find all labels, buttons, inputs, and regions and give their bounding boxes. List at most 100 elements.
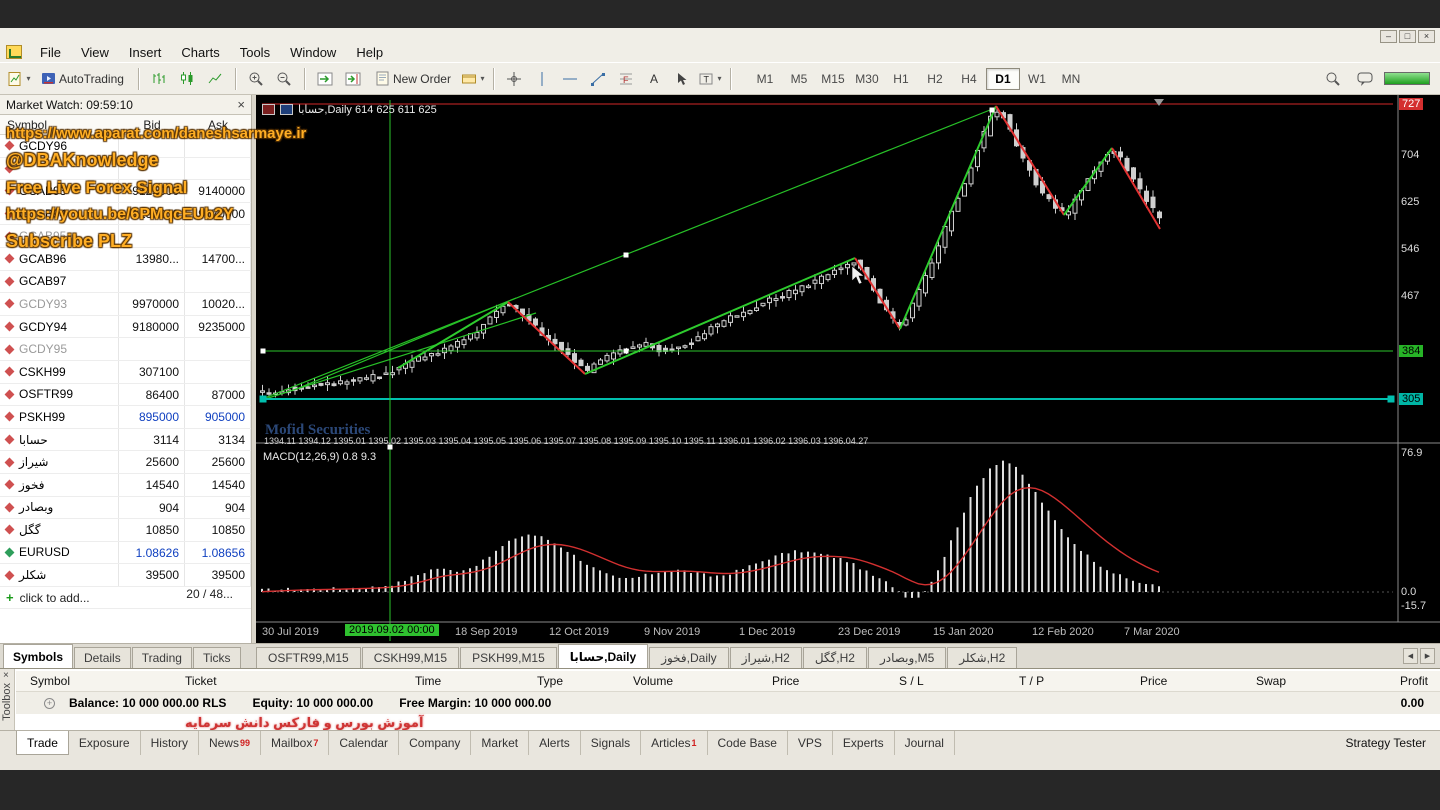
horizontal-line-button[interactable] <box>557 67 583 91</box>
vertical-line-button[interactable] <box>529 67 555 91</box>
timeframe-h4[interactable]: H4 <box>952 68 986 90</box>
tab-trade[interactable]: Trade <box>16 731 69 755</box>
chart-tab-0[interactable]: OSFTR99,M15 <box>256 647 361 668</box>
menu-insert[interactable]: Insert <box>119 43 172 62</box>
search-icon[interactable] <box>1320 67 1346 91</box>
price-scale[interactable]: 727 704 625 546 467 384 305 76.9 0.0 -15.7 <box>1398 95 1440 622</box>
expand-icon[interactable]: + <box>44 697 55 709</box>
chart-shift-button[interactable] <box>340 67 366 91</box>
tab-symbols[interactable]: Symbols <box>3 644 74 668</box>
new-order-button[interactable]: New Order <box>368 67 458 91</box>
menu-file[interactable]: File <box>30 43 71 62</box>
text-button[interactable]: A <box>641 67 667 91</box>
market-watch-row[interactable]: GCAB95 <box>0 225 251 248</box>
tab-news[interactable]: News 99 <box>199 731 261 755</box>
add-symbol-row[interactable]: + click to add... 20 / 48... <box>0 587 251 610</box>
timeframe-m15[interactable]: M15 <box>816 68 850 90</box>
candlestick-chart-button[interactable] <box>174 67 200 91</box>
profiles-button[interactable]: ▾ <box>460 67 486 91</box>
tab-history[interactable]: History <box>141 731 199 755</box>
market-watch-row[interactable]: GCAB96 13980... 14700... <box>0 247 251 271</box>
market-watch-row[interactable]: شكلر 39500 39500 <box>0 564 251 587</box>
chart-tab-1[interactable]: CSKH99,M15 <box>361 647 460 668</box>
trendline-button[interactable] <box>585 67 611 91</box>
tab-experts[interactable]: Experts <box>833 731 895 755</box>
chart-area[interactable]: حسابا,Daily 614 625 611 625 Mofid Securi… <box>256 95 1440 643</box>
trade-column-6[interactable]: S / L <box>899 674 924 688</box>
zoom-out-button[interactable] <box>271 67 297 91</box>
chart-tab-7[interactable]: وبصادر,M5 <box>867 647 947 668</box>
zoom-in-button[interactable] <box>243 67 269 91</box>
minimize-button[interactable]: – <box>1380 30 1397 43</box>
trade-column-8[interactable]: Price <box>1140 674 1167 688</box>
trade-column-10[interactable]: Profit <box>1400 674 1428 688</box>
tab-articles[interactable]: Articles 1 <box>641 731 708 755</box>
new-chart-button[interactable]: ▾ <box>6 67 32 91</box>
market-watch-row[interactable]: شيراز 25600 25600 <box>0 451 251 474</box>
tab-exposure[interactable]: Exposure <box>69 731 141 755</box>
market-watch-row[interactable]: CSKH99 307100 <box>0 360 251 384</box>
market-watch-row[interactable]: OSFTR99 86400 87000 <box>0 383 251 407</box>
arrows-button[interactable] <box>669 67 695 91</box>
tab-trading[interactable]: Trading <box>131 647 192 668</box>
market-watch-row[interactable]: GCAB94 9130000 9170000 <box>0 202 251 226</box>
text-label-button[interactable]: T ▾ <box>697 67 723 91</box>
column-header-symbol[interactable]: Symbol <box>0 118 119 132</box>
date-axis[interactable]: 30 Jul 2019 2019.09.02 00:00 18 Sep 2019 12… <box>256 622 1440 643</box>
trade-column-1[interactable]: Ticket <box>185 674 217 688</box>
close-button[interactable]: × <box>1418 30 1435 43</box>
menu-help[interactable]: Help <box>346 43 393 62</box>
market-watch-row[interactable]: GCDY96 <box>0 135 251 158</box>
tab-signals[interactable]: Signals <box>581 731 642 755</box>
market-watch-row[interactable]: گگل 10850 10850 <box>0 519 251 542</box>
autotrading-button[interactable]: AutoTrading <box>34 67 131 91</box>
chart-tab-5[interactable]: شيراز,H2 <box>729 647 802 668</box>
timeframe-h1[interactable]: H1 <box>884 68 918 90</box>
trade-column-3[interactable]: Type <box>537 674 563 688</box>
timeframe-m5[interactable]: M5 <box>782 68 816 90</box>
tab-alerts[interactable]: Alerts <box>529 731 581 755</box>
market-watch-row[interactable]: GCDY94 9180000 9235000 <box>0 315 251 339</box>
timeframe-m30[interactable]: M30 <box>850 68 884 90</box>
chart-tab-3[interactable]: حسابا,Daily <box>557 644 649 668</box>
chart-tab-4[interactable]: فخوز,Daily <box>649 647 729 668</box>
chart-tab-6[interactable]: گگل,H2 <box>802 647 867 668</box>
column-header-bid[interactable]: Bid <box>119 118 185 132</box>
fibonacci-button[interactable]: F <box>613 67 639 91</box>
tabs-scroll-right-icon[interactable]: ▶ <box>1420 648 1435 664</box>
chart-tab-8[interactable]: شكلر,H2 <box>947 647 1018 668</box>
tab-ticks[interactable]: Ticks <box>192 647 241 668</box>
market-watch-row[interactable] <box>0 157 251 181</box>
trade-column-7[interactable]: T / P <box>1019 674 1044 688</box>
line-chart-button[interactable] <box>202 67 228 91</box>
tab-strategy-tester[interactable]: Strategy Tester <box>1332 731 1440 755</box>
auto-scroll-button[interactable] <box>312 67 338 91</box>
menu-tools[interactable]: Tools <box>230 43 280 62</box>
tab-journal[interactable]: Journal <box>895 731 955 755</box>
bar-chart-button[interactable] <box>146 67 172 91</box>
market-watch-row[interactable]: GCAB97 <box>0 270 251 294</box>
menu-window[interactable]: Window <box>280 43 346 62</box>
tab-code-base[interactable]: Code Base <box>708 731 788 755</box>
tabs-scroll-left-icon[interactable]: ◀ <box>1403 648 1418 664</box>
trade-column-2[interactable]: Time <box>415 674 441 688</box>
timeframe-d1[interactable]: D1 <box>985 67 1020 90</box>
tab-calendar[interactable]: Calendar <box>329 731 400 755</box>
trade-column-4[interactable]: Volume <box>633 674 673 688</box>
chat-icon[interactable] <box>1352 67 1378 91</box>
crosshair-button[interactable] <box>501 67 527 91</box>
market-watch-row[interactable]: GCAB93 9125000 9140000 <box>0 180 251 203</box>
tab-market[interactable]: Market <box>471 731 530 755</box>
trade-column-0[interactable]: Symbol <box>30 674 70 688</box>
trade-column-5[interactable]: Price <box>772 674 799 688</box>
column-header-ask[interactable]: Ask <box>185 118 251 132</box>
tab-vps[interactable]: VPS <box>788 731 833 755</box>
timeframe-w1[interactable]: W1 <box>1020 68 1054 90</box>
timeframe-h2[interactable]: H2 <box>918 68 952 90</box>
timeframe-mn[interactable]: MN <box>1054 68 1088 90</box>
menu-charts[interactable]: Charts <box>171 43 229 62</box>
trade-column-9[interactable]: Swap <box>1256 674 1286 688</box>
toolbox-close-icon[interactable]: × <box>3 670 9 681</box>
menu-view[interactable]: View <box>71 43 119 62</box>
market-watch-row[interactable]: فخوز 14540 14540 <box>0 473 251 497</box>
